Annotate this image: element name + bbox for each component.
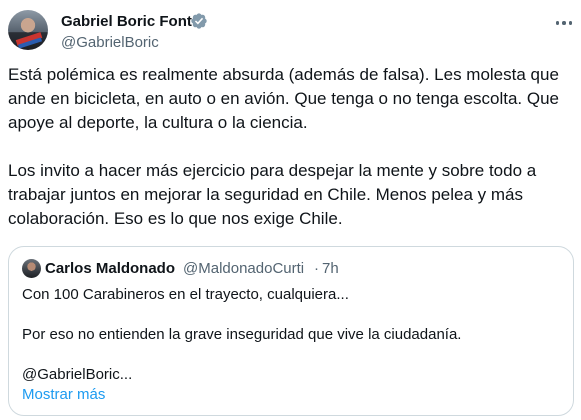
quoted-text-line: Con 100 Carabineros en el trayecto, cual… [22, 286, 349, 303]
quoted-tweet[interactable]: Carlos Maldonado @MaldonadoCurti · 7h Co… [8, 246, 574, 416]
quoted-author-avatar[interactable] [22, 259, 41, 278]
quoted-author-name[interactable]: Carlos Maldonado [45, 260, 175, 278]
quoted-author-handle[interactable]: @MaldonadoCurti [183, 260, 304, 278]
verified-badge-icon [191, 13, 207, 29]
tweet-text: Está polémica es realmente absurda (adem… [8, 63, 574, 231]
ellipsis-dot-icon [562, 21, 566, 25]
author-avatar[interactable] [8, 10, 48, 50]
show-more-link[interactable]: Mostrar más [22, 385, 105, 405]
tweet-paragraph: Está polémica es realmente absurda (adem… [8, 65, 560, 132]
quoted-text-mention: @GabrielBoric... [22, 366, 133, 383]
tweet-paragraph: Los invito a hacer más ejercicio para de… [8, 161, 537, 228]
tweet-card: Gabriel Boric Font @GabrielBoric Está po… [0, 0, 581, 420]
author-display-name[interactable]: Gabriel Boric Font [61, 12, 192, 32]
ellipsis-dot-icon [568, 21, 573, 25]
author-handle[interactable]: @GabrielBoric [61, 33, 159, 53]
dot-separator: · [314, 260, 319, 277]
ellipsis-dot-icon [555, 21, 560, 25]
quoted-timestamp[interactable]: 7h [322, 260, 339, 278]
quoted-text-line: Por eso no entienden la grave insegurida… [22, 326, 462, 343]
more-options-button[interactable] [552, 14, 576, 32]
